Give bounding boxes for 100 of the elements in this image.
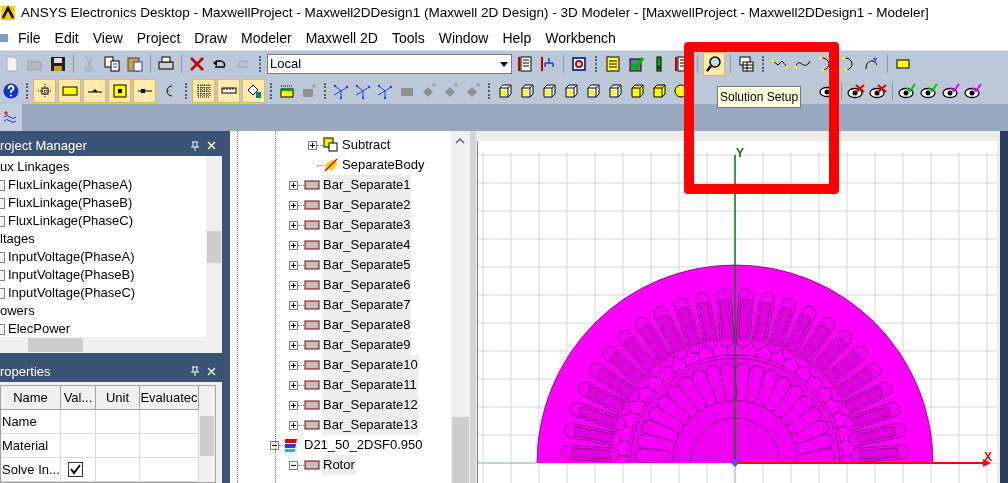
scroll-up-icon[interactable] xyxy=(455,137,465,144)
cube-solid-icon[interactable] xyxy=(650,81,668,100)
save-icon[interactable] xyxy=(49,55,67,73)
eye-tick-icon[interactable] xyxy=(964,81,982,100)
tree-item[interactable]: InputVoltage(PhaseB) xyxy=(8,265,135,285)
menu-item[interactable]: Modeler xyxy=(241,27,292,49)
toggle-button[interactable] xyxy=(58,78,81,103)
tree-item[interactable]: InputVoltage(PhaseC) xyxy=(8,283,136,303)
notepad-icon[interactable] xyxy=(604,55,622,73)
scrollbar-thumb[interactable] xyxy=(207,230,221,263)
toggle-button[interactable] xyxy=(133,78,156,103)
document-list-icon[interactable] xyxy=(516,55,534,73)
eye-tick-icon[interactable] xyxy=(942,81,960,100)
eye-check-icon[interactable] xyxy=(920,81,938,100)
copy-icon[interactable] xyxy=(103,55,121,73)
expand-icon[interactable] xyxy=(289,200,298,210)
tree-item[interactable]: Bar_Separate6 xyxy=(322,275,412,295)
expand-icon[interactable] xyxy=(289,300,298,310)
scrollbar-thumb[interactable] xyxy=(452,417,469,483)
expand-icon[interactable] xyxy=(289,400,298,410)
table-icon[interactable] xyxy=(737,55,755,73)
tree-item[interactable]: owers xyxy=(0,301,35,321)
menu-item[interactable]: File xyxy=(18,27,41,49)
tree-item[interactable]: Subtract xyxy=(341,135,392,155)
cube-icon[interactable] xyxy=(584,81,602,100)
check-mark-icon[interactable] xyxy=(627,55,645,73)
window-menu-icon[interactable] xyxy=(0,32,8,44)
expand-icon[interactable] xyxy=(289,240,298,250)
pin-icon[interactable] xyxy=(191,366,199,377)
tree-item[interactable]: Bar_Separate1 xyxy=(322,175,412,195)
horizontal-scrollbar[interactable] xyxy=(0,337,222,354)
tree-item[interactable]: SeparateBody xyxy=(341,155,426,175)
tree-item[interactable]: Bar_Separate13 xyxy=(322,415,419,435)
tree-diagram-icon[interactable] xyxy=(539,55,557,73)
menu-item[interactable]: Maxwell 2D xyxy=(305,27,378,49)
column-header[interactable]: Name xyxy=(1,386,61,410)
tree-item[interactable]: Rotor xyxy=(322,455,356,475)
menu-item[interactable]: Tools xyxy=(392,27,425,49)
eye-check-icon[interactable] xyxy=(898,81,916,100)
vertical-scrollbar[interactable] xyxy=(206,156,222,338)
tree-item[interactable]: Bar_Separate3 xyxy=(322,215,412,235)
tree-item[interactable]: D21_50_2DSF0.950 xyxy=(303,435,424,455)
checkbox[interactable] xyxy=(68,462,83,477)
toggle-button[interactable] xyxy=(83,78,106,103)
pin-icon[interactable] xyxy=(191,140,199,151)
vertical-scrollbar[interactable] xyxy=(199,386,215,482)
cube-solid-icon[interactable] xyxy=(628,81,646,100)
tree-item[interactable]: Bar_Separate9 xyxy=(322,335,412,355)
scrollbar-thumb[interactable] xyxy=(200,416,214,456)
toggle-button[interactable] xyxy=(33,78,56,103)
cube-icon[interactable] xyxy=(540,81,558,100)
tree-item[interactable]: Bar_Separate11 xyxy=(322,375,418,395)
expand-icon[interactable] xyxy=(289,340,298,350)
cube-icon[interactable] xyxy=(562,81,580,100)
eye-cross-icon[interactable] xyxy=(847,81,865,100)
toggle-button[interactable] xyxy=(192,78,215,103)
menu-item[interactable]: Help xyxy=(502,27,532,49)
expand-icon[interactable] xyxy=(289,380,298,390)
tree-item[interactable]: Bar_Separate10 xyxy=(322,355,419,375)
cube-icon[interactable] xyxy=(496,81,514,100)
close-icon[interactable] xyxy=(207,141,216,150)
expand-icon[interactable] xyxy=(289,280,298,290)
tree-item[interactable]: Bar_Separate4 xyxy=(322,235,412,255)
tree-item[interactable]: ElecPower xyxy=(8,319,71,338)
expand-icon[interactable] xyxy=(289,360,298,370)
tree-item[interactable]: FluxLinkage(PhaseA) xyxy=(8,175,133,195)
collapse-icon[interactable] xyxy=(289,460,298,470)
menu-item[interactable]: Edit xyxy=(54,27,79,49)
tree-item[interactable]: Bar_Separate12 xyxy=(322,395,419,415)
cube-icon[interactable] xyxy=(606,81,624,100)
menu-item[interactable]: Draw xyxy=(194,27,228,49)
help-icon[interactable] xyxy=(2,81,20,100)
cube-icon[interactable] xyxy=(518,81,536,100)
menu-item[interactable]: Window xyxy=(438,27,489,49)
eye-cross-icon[interactable] xyxy=(869,81,887,100)
collapse-icon[interactable] xyxy=(270,440,279,450)
tree-item[interactable]: ltages xyxy=(0,229,35,249)
coordinate-system-dropdown[interactable]: Local xyxy=(267,54,512,74)
expand-icon[interactable] xyxy=(289,260,298,270)
tree-item[interactable]: ux Linkages xyxy=(0,157,70,177)
wave-icon[interactable] xyxy=(3,110,19,125)
tree-item[interactable]: Bar_Separate7 xyxy=(322,295,412,315)
vertical-scrollbar[interactable] xyxy=(451,131,470,483)
toggle-button[interactable] xyxy=(108,78,131,103)
menu-item[interactable]: Project xyxy=(136,27,181,49)
column-header[interactable]: Unit xyxy=(96,386,140,410)
tree-item[interactable]: Bar_Separate8 xyxy=(322,315,412,335)
menu-item[interactable]: View xyxy=(92,27,123,49)
expand-icon[interactable] xyxy=(289,220,298,230)
print-icon[interactable] xyxy=(157,55,175,73)
delete-cross-icon[interactable] xyxy=(188,55,206,73)
toggle-button[interactable] xyxy=(242,78,265,103)
tree-item[interactable]: FluxLinkage(PhaseB) xyxy=(8,193,133,213)
scrollbar-thumb[interactable] xyxy=(28,338,83,353)
column-header[interactable]: Val... xyxy=(61,386,96,410)
close-icon[interactable] xyxy=(207,367,216,376)
tree-item[interactable]: InputVoltage(PhaseA) xyxy=(8,247,135,267)
solution-setup-button[interactable] xyxy=(703,52,725,76)
expand-icon[interactable] xyxy=(289,320,298,330)
expand-icon[interactable] xyxy=(308,140,317,150)
